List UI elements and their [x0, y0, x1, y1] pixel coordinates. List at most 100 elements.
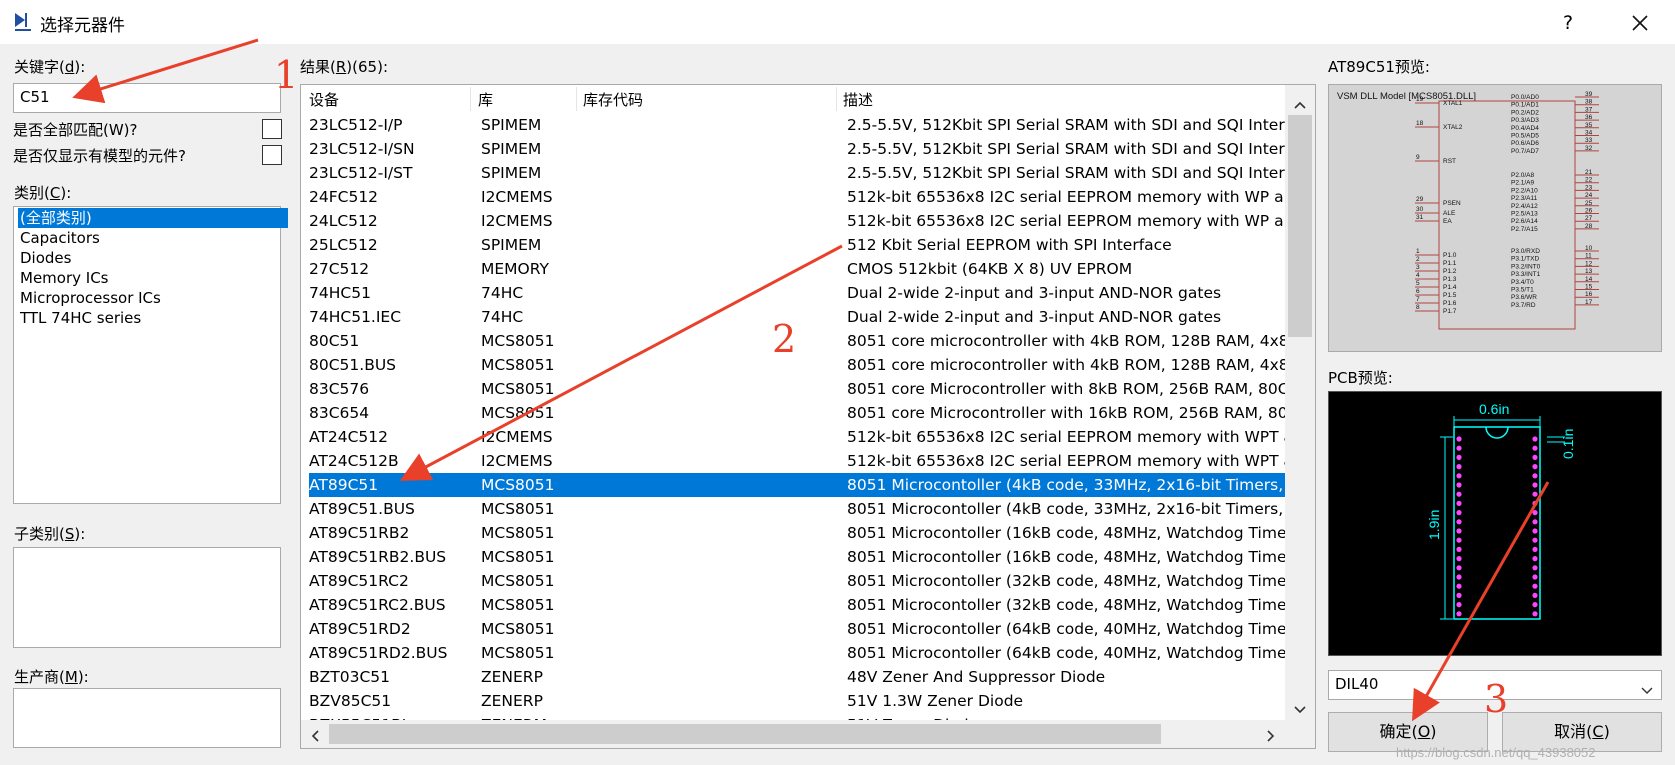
- description-cell: 8051 core microcontroller with 4kB ROM, …: [847, 356, 1285, 374]
- schematic-pin-name: P2.7/A15: [1511, 226, 1538, 233]
- library-cell: MEMORY: [481, 260, 549, 278]
- table-row[interactable]: 80C51.BUS MCS8051 8051 core microcontrolle…: [309, 353, 1285, 377]
- column-header-device[interactable]: 设备: [309, 89, 339, 110]
- table-row[interactable]: AT89C51RB2 MCS8051 8051 Microcontoller (16…: [309, 521, 1285, 545]
- schematic-preview: VSM DLL Model [MCS8051.DLL] 19 XTAL1 18 XTA…: [1328, 84, 1662, 352]
- pcb-pad: [1456, 583, 1462, 589]
- table-row[interactable]: AT89C51 MCS8051 8051 Microcontoller (4kB c…: [309, 473, 1285, 497]
- schematic-pin-name: P0.7/AD7: [1511, 148, 1539, 155]
- library-cell: SPIMEM: [481, 140, 542, 158]
- schematic-pin-number: 23: [1585, 184, 1593, 191]
- schematic-pin-number: 13: [1585, 268, 1593, 275]
- pcb-pad: [1456, 454, 1462, 460]
- schematic-pin-number: 28: [1585, 223, 1593, 230]
- scroll-up-icon[interactable]: [1294, 95, 1306, 113]
- library-cell: ZENERP: [481, 692, 543, 710]
- results-horizontal-scrollbar[interactable]: [301, 720, 1315, 748]
- table-row[interactable]: AT89C51.BUS MCS8051 8051 Microcontoller (4…: [309, 497, 1285, 521]
- table-row[interactable]: 23LC512-I/ST SPIMEM 2.5-5.5V, 512Kbit SPI …: [309, 161, 1285, 185]
- column-header-description[interactable]: 描述: [843, 89, 873, 110]
- schematic-pin-name: P3.5/T1: [1511, 287, 1534, 294]
- description-cell: 512k-bit 65536x8 I2C serial EEPROM memor…: [847, 212, 1285, 230]
- schematic-pin-name: P3.7/RD: [1511, 302, 1536, 309]
- schematic-pin-name: P0.0/AD0: [1511, 94, 1539, 101]
- description-cell: 8051 Microcontoller (64kB code, 40MHz, W…: [847, 644, 1285, 662]
- help-button[interactable]: ?: [1548, 8, 1588, 38]
- schematic-pin-name: P3.6/WR: [1511, 294, 1537, 301]
- scroll-right-icon[interactable]: [1267, 728, 1275, 746]
- description-cell: 512 Kbit Serial EEPROM with SPI Interfac…: [847, 236, 1172, 254]
- description-cell: 8051 Microcontoller (4kB code, 33MHz, 2x…: [847, 500, 1285, 518]
- schematic-pin-number: 14: [1585, 276, 1593, 283]
- table-row[interactable]: 74HC51 74HC Dual 2-wide 2-input and 3-inpu…: [309, 281, 1285, 305]
- library-cell: MCS8051: [481, 380, 555, 398]
- manufacturer-list[interactable]: [13, 688, 281, 748]
- device-cell: AT89C51RD2.BUS: [309, 644, 448, 662]
- category-item[interactable]: (全部类别): [18, 208, 288, 228]
- package-select[interactable]: DIL40: [1328, 670, 1662, 700]
- table-row[interactable]: 24LC512 I2CMEMS 512k-bit 65536x8 I2C seria…: [309, 209, 1285, 233]
- table-row[interactable]: AT89C51RD2 MCS8051 8051 Microcontoller (64…: [309, 617, 1285, 641]
- scroll-thumb[interactable]: [1288, 115, 1312, 337]
- table-row[interactable]: 23LC512-I/P SPIMEM 2.5-5.5V, 512Kbit SPI S…: [309, 113, 1285, 137]
- table-row[interactable]: 83C576 MCS8051 8051 core Microcontroller w…: [309, 377, 1285, 401]
- results-table[interactable]: 设备 库 库存代码 描述 23LC512-I/P SPIMEM 2.5-5.5V, …: [300, 84, 1316, 749]
- category-list[interactable]: (全部类别) Capacitors Diodes Memory ICs Micr…: [13, 206, 288, 504]
- library-cell: MCS8051: [481, 476, 555, 494]
- table-row[interactable]: BZV85C51 ZENERP 51V 1.3W Zener Diode: [309, 689, 1285, 713]
- schematic-pin-number: 12: [1585, 260, 1593, 267]
- table-row[interactable]: 74HC51.IEC 74HC Dual 2-wide 2-input and 3-…: [309, 305, 1285, 329]
- table-row[interactable]: 80C51 MCS8051 8051 core microcontroller wi…: [309, 329, 1285, 353]
- table-row[interactable]: AT24C512 I2CMEMS 512k-bit 65536x8 I2C seri…: [309, 425, 1285, 449]
- table-row[interactable]: 24FC512 I2CMEMS 512k-bit 65536x8 I2C seria…: [309, 185, 1285, 209]
- table-row[interactable]: AT89C51RC2 MCS8051 8051 Microcontoller (32…: [309, 569, 1285, 593]
- models-only-checkbox[interactable]: [262, 145, 282, 165]
- category-item[interactable]: Microprocessor ICs: [18, 288, 288, 308]
- table-row[interactable]: 83C654 MCS8051 8051 core Microcontroller w…: [309, 401, 1285, 425]
- device-cell: AT89C51RB2.BUS: [309, 548, 447, 566]
- category-item[interactable]: Capacitors: [18, 228, 288, 248]
- results-vertical-scrollbar[interactable]: [1285, 85, 1315, 721]
- schematic-pin-number: 11: [1585, 253, 1592, 260]
- horizontal-scroll-thumb[interactable]: [329, 724, 1161, 744]
- table-row[interactable]: AT24C512B I2CMEMS 512k-bit 65536x8 I2C ser…: [309, 449, 1285, 473]
- subcategory-list[interactable]: [13, 547, 281, 648]
- table-row[interactable]: AT89C51RD2.BUS MCS8051 8051 Microcontoller…: [309, 641, 1285, 665]
- device-cell: 25LC512: [309, 236, 378, 254]
- table-row[interactable]: 23LC512-I/SN SPIMEM 2.5-5.5V, 512Kbit SPI …: [309, 137, 1285, 161]
- library-cell: SPIMEM: [481, 164, 542, 182]
- cancel-button[interactable]: 取消(C): [1502, 712, 1662, 752]
- pcb-pad: [1456, 602, 1462, 608]
- category-item[interactable]: Diodes: [18, 248, 288, 268]
- schematic-pin-name: P2.6/A14: [1511, 218, 1538, 225]
- match-all-checkbox[interactable]: [262, 119, 282, 139]
- table-row[interactable]: 25LC512 SPIMEM 512 Kbit Serial EEPROM with…: [309, 233, 1285, 257]
- pcb-pad: [1456, 574, 1462, 580]
- device-cell: AT89C51RD2: [309, 620, 411, 638]
- column-header-library[interactable]: 库: [478, 89, 493, 110]
- keyword-input[interactable]: C51: [13, 83, 281, 113]
- table-row[interactable]: BZT03C51 ZENERP 48V Zener And Suppressor D…: [309, 665, 1285, 689]
- category-item[interactable]: Memory ICs: [18, 268, 288, 288]
- pcb-pad: [1456, 528, 1462, 534]
- ok-button[interactable]: 确定(O): [1328, 712, 1488, 752]
- pcb-pad: [1456, 546, 1462, 552]
- column-header-stock-code[interactable]: 库存代码: [583, 89, 643, 110]
- table-row[interactable]: 27C512 MEMORY CMOS 512kbit (64KB X 8) UV E…: [309, 257, 1285, 281]
- scroll-down-icon[interactable]: [1294, 700, 1306, 718]
- device-cell: AT89C51: [309, 476, 379, 494]
- table-row[interactable]: AT89C51RB2.BUS MCS8051 8051 Microcontoller…: [309, 545, 1285, 569]
- pcb-pad: [1456, 491, 1462, 497]
- pcb-width-dimension: 0.6in: [1479, 401, 1509, 417]
- schematic-pin-name: P1.0: [1443, 252, 1457, 259]
- pcb-pad: [1532, 565, 1538, 571]
- schematic-pin-name: PSEN: [1443, 200, 1461, 207]
- dil40-footprint: 0.6in 1.9in 0.1in: [1426, 401, 1576, 620]
- device-cell: AT89C51RC2: [309, 572, 409, 590]
- category-item[interactable]: TTL 74HC series: [18, 308, 288, 328]
- close-icon[interactable]: [1616, 8, 1664, 38]
- description-cell: 48V Zener And Suppressor Diode: [847, 668, 1106, 686]
- schematic-pin-name: P1.4: [1443, 284, 1457, 291]
- table-row[interactable]: AT89C51RC2.BUS MCS8051 8051 Microcontoller…: [309, 593, 1285, 617]
- scroll-left-icon[interactable]: [311, 728, 319, 746]
